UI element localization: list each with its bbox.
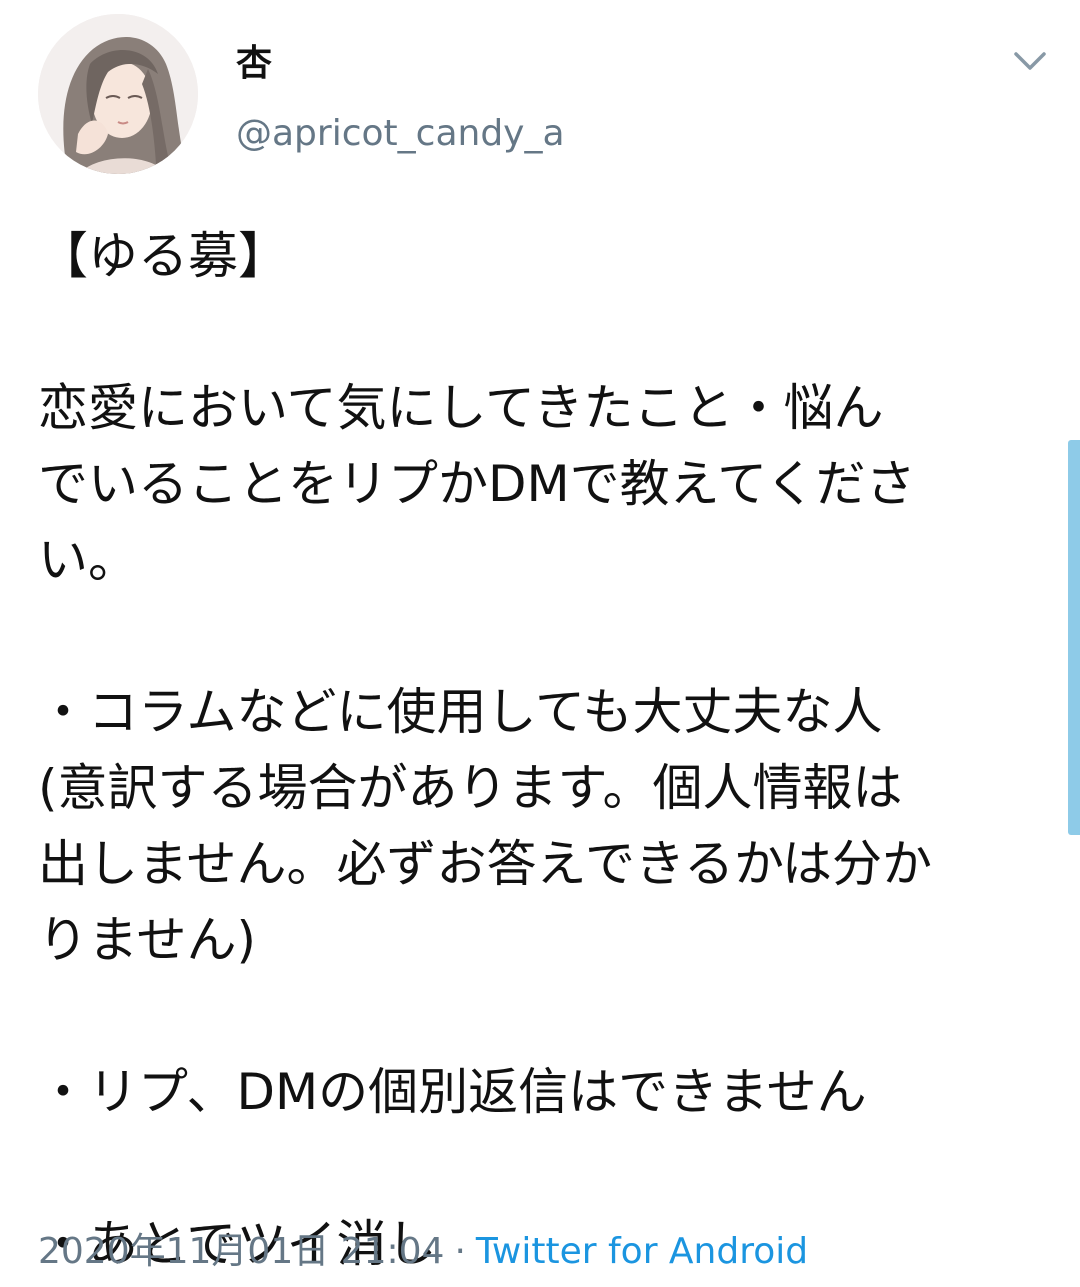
tweet-line: ・コラムなどに使用しても大丈夫な人 — [38, 683, 883, 741]
tweet-line: りません) — [38, 911, 257, 969]
tweet-line: い。 — [38, 531, 138, 589]
tweet-line: ・リプ、DMの個別返信はできません — [38, 1063, 867, 1121]
tweet-line: でいることをリプかDMで教えてくださ — [38, 455, 916, 513]
meta-separator: · — [454, 1231, 466, 1272]
avatar-portrait-icon — [38, 14, 198, 174]
chevron-down-icon[interactable] — [1008, 40, 1052, 80]
tweet-timestamp[interactable]: 2020年11月01日 21:04 — [38, 1231, 444, 1272]
avatar[interactable] — [38, 14, 198, 174]
tweet-meta: 2020年11月01日 21:04 · Twitter for Android — [38, 1228, 808, 1276]
tweet-text: 【ゆる募】 恋愛において気にしてきたこと・悩ん でいることをリプかDMで教えてく… — [38, 218, 1038, 1282]
display-name[interactable]: 杏 — [236, 40, 272, 88]
scrollbar-thumb[interactable] — [1068, 440, 1080, 835]
tweet-line: 【ゆる募】 — [38, 227, 288, 285]
tweet-line: 恋愛において気にしてきたこと・悩ん — [38, 379, 884, 437]
tweet-line: 出しません。必ずお答えできるかは分か — [38, 835, 932, 893]
tweet-source-link[interactable]: Twitter for Android — [476, 1231, 808, 1272]
user-handle[interactable]: @apricot_candy_a — [236, 110, 565, 158]
tweet-line: (意訳する場合があります。個人情報は — [38, 759, 903, 817]
